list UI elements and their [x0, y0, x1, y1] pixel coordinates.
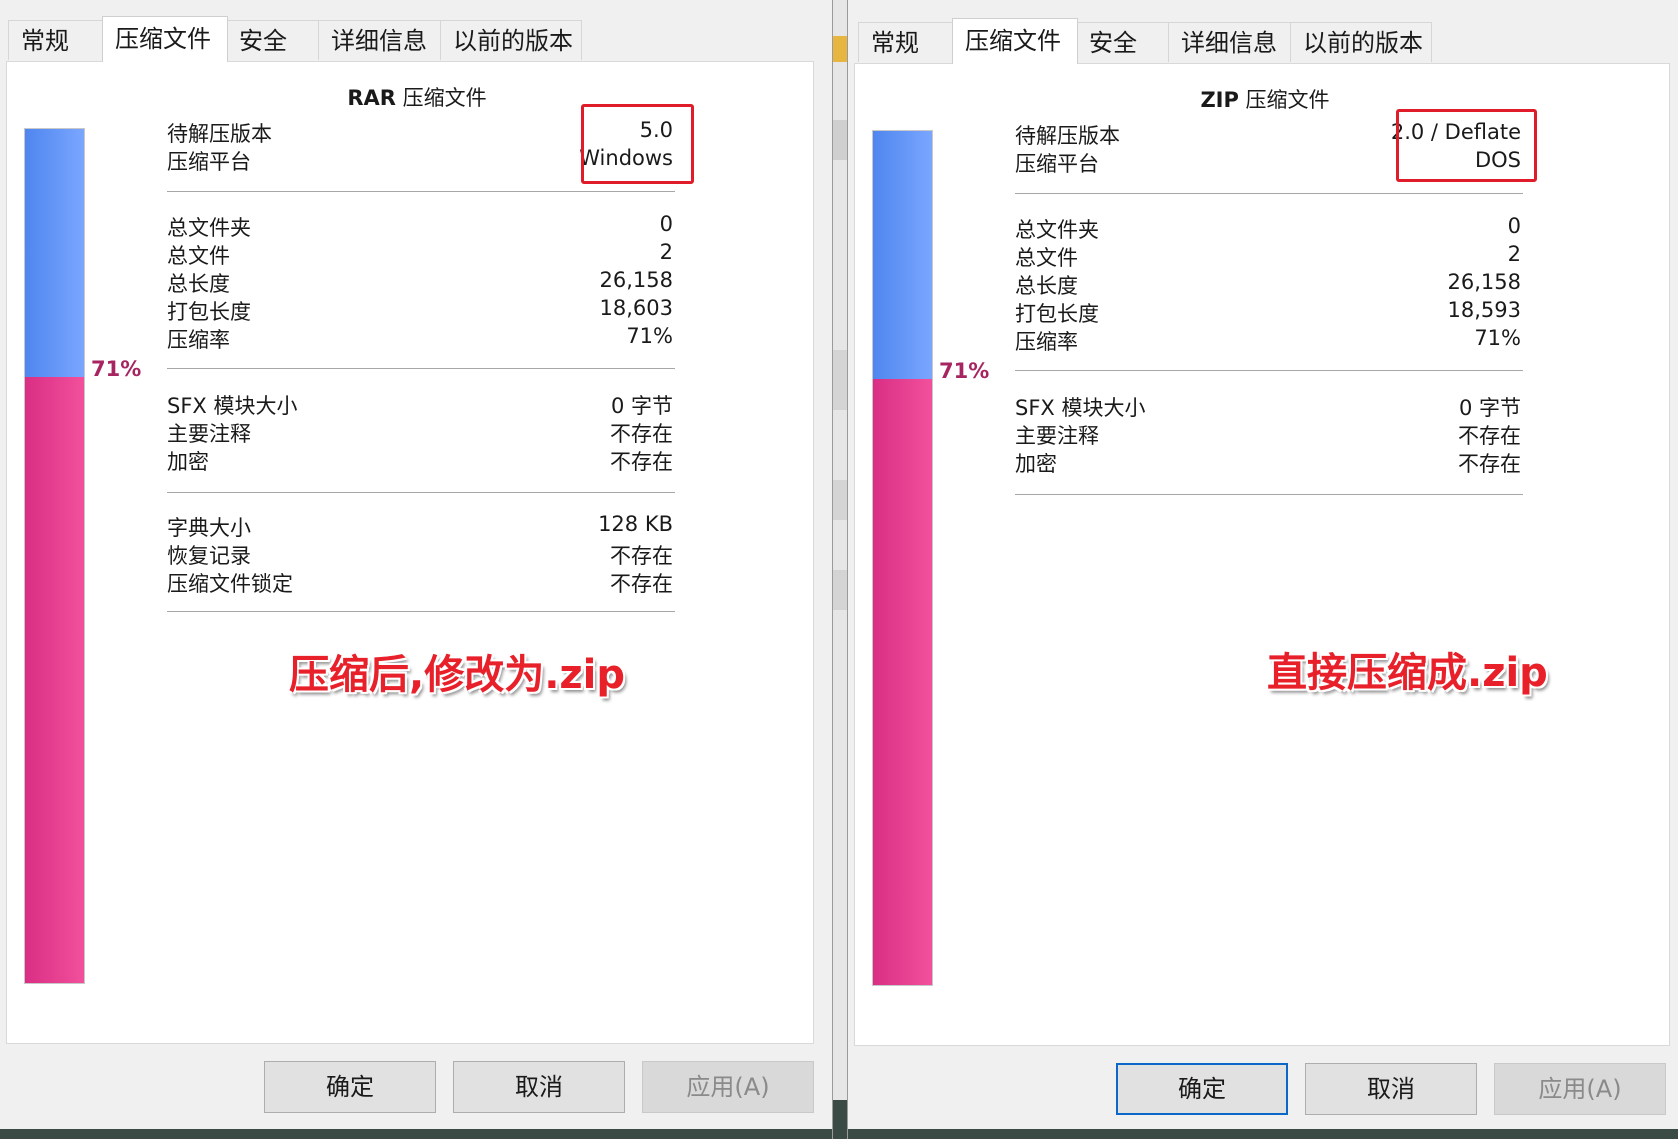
apply-button[interactable]: 应用(A) — [642, 1061, 814, 1113]
tab-details[interactable]: 详细信息 — [1168, 22, 1292, 62]
tab-security[interactable]: 安全 — [226, 20, 320, 60]
info-row: 总文件 2 — [1015, 242, 1521, 270]
background-text — [833, 350, 847, 410]
info-row: SFX 模块大小 0 字节 — [1015, 396, 1521, 420]
ok-button[interactable]: 确定 — [1116, 1063, 1288, 1115]
cancel-button[interactable]: 取消 — [453, 1061, 625, 1113]
separator — [167, 368, 675, 369]
background-text — [833, 120, 847, 160]
info-row: 总长度 26,158 — [1015, 270, 1521, 298]
background-text — [833, 480, 847, 520]
compression-ratio-label: 71% — [939, 359, 990, 383]
tab-archive[interactable]: 压缩文件 — [102, 16, 228, 62]
compression-ratio-bar — [872, 130, 933, 986]
separator — [167, 611, 675, 612]
annotation-text: 压缩后,修改为.zip — [289, 652, 626, 698]
ok-button[interactable]: 确定 — [264, 1061, 436, 1113]
info-row: 打包长度 18,593 — [1015, 298, 1521, 326]
info-row: 主要注释 不存在 — [167, 422, 673, 446]
info-row: 恢复记录 不存在 — [167, 544, 673, 568]
version-highlight-box — [1396, 109, 1537, 182]
separator — [167, 191, 675, 192]
tab-details[interactable]: 详细信息 — [318, 20, 442, 60]
background-icon — [833, 36, 847, 62]
info-row: 字典大小 128 KB — [167, 512, 673, 540]
background-text — [833, 1100, 847, 1139]
info-row: 压缩率 71% — [167, 324, 673, 352]
tab-general[interactable]: 常规 — [8, 20, 104, 60]
separator — [167, 492, 675, 493]
info-row: 加密 不存在 — [1015, 452, 1521, 476]
info-row: 主要注释 不存在 — [1015, 424, 1521, 448]
tab-general[interactable]: 常规 — [858, 22, 954, 62]
background-window-edge — [832, 0, 848, 1139]
separator — [1015, 494, 1523, 495]
info-row: 压缩率 71% — [1015, 326, 1521, 354]
archive-info-panel: 71% ZIP 压缩文件 待解压版本 2.0 / Deflate 压缩平台 DOS … — [854, 63, 1670, 1046]
bar-uncompressed-part — [25, 129, 84, 377]
apply-button[interactable]: 应用(A) — [1494, 1063, 1666, 1115]
properties-dialog-rar: 常规 压缩文件 安全 详细信息 以前的版本 71% RAR 压缩文件 待解压版本… — [0, 0, 832, 1139]
cancel-button[interactable]: 取消 — [1305, 1063, 1477, 1115]
info-row: 总文件夹 0 — [1015, 214, 1521, 242]
separator — [1015, 370, 1523, 371]
tab-security[interactable]: 安全 — [1076, 22, 1170, 62]
annotation-text: 直接压缩成.zip — [1267, 650, 1548, 696]
archive-info-panel: 71% RAR 压缩文件 待解压版本 5.0 压缩平台 Windows 总文件夹 0 … — [6, 61, 814, 1044]
info-row: 总文件夹 0 — [167, 212, 673, 240]
info-row: 加密 不存在 — [167, 450, 673, 474]
info-row: 压缩文件锁定 不存在 — [167, 572, 673, 596]
version-highlight-box — [581, 104, 694, 184]
bar-uncompressed-part — [873, 131, 932, 379]
tab-previous-versions[interactable]: 以前的版本 — [1290, 22, 1432, 62]
taskbar-edge — [0, 1129, 832, 1139]
info-row: 总文件 2 — [167, 240, 673, 268]
properties-dialog-zip: 常规 压缩文件 安全 详细信息 以前的版本 71% ZIP 压缩文件 待解压版本… — [848, 0, 1678, 1139]
info-row: 打包长度 18,603 — [167, 296, 673, 324]
compression-ratio-label: 71% — [91, 357, 142, 381]
taskbar-edge — [848, 1129, 1678, 1139]
compression-ratio-bar — [24, 128, 85, 984]
tab-archive[interactable]: 压缩文件 — [952, 18, 1078, 64]
separator — [1015, 193, 1523, 194]
background-text — [833, 570, 847, 610]
bar-compressed-part — [25, 376, 84, 983]
tab-previous-versions[interactable]: 以前的版本 — [440, 20, 582, 60]
bar-compressed-part — [873, 378, 932, 985]
info-row: SFX 模块大小 0 字节 — [167, 394, 673, 418]
info-row: 总长度 26,158 — [167, 268, 673, 296]
